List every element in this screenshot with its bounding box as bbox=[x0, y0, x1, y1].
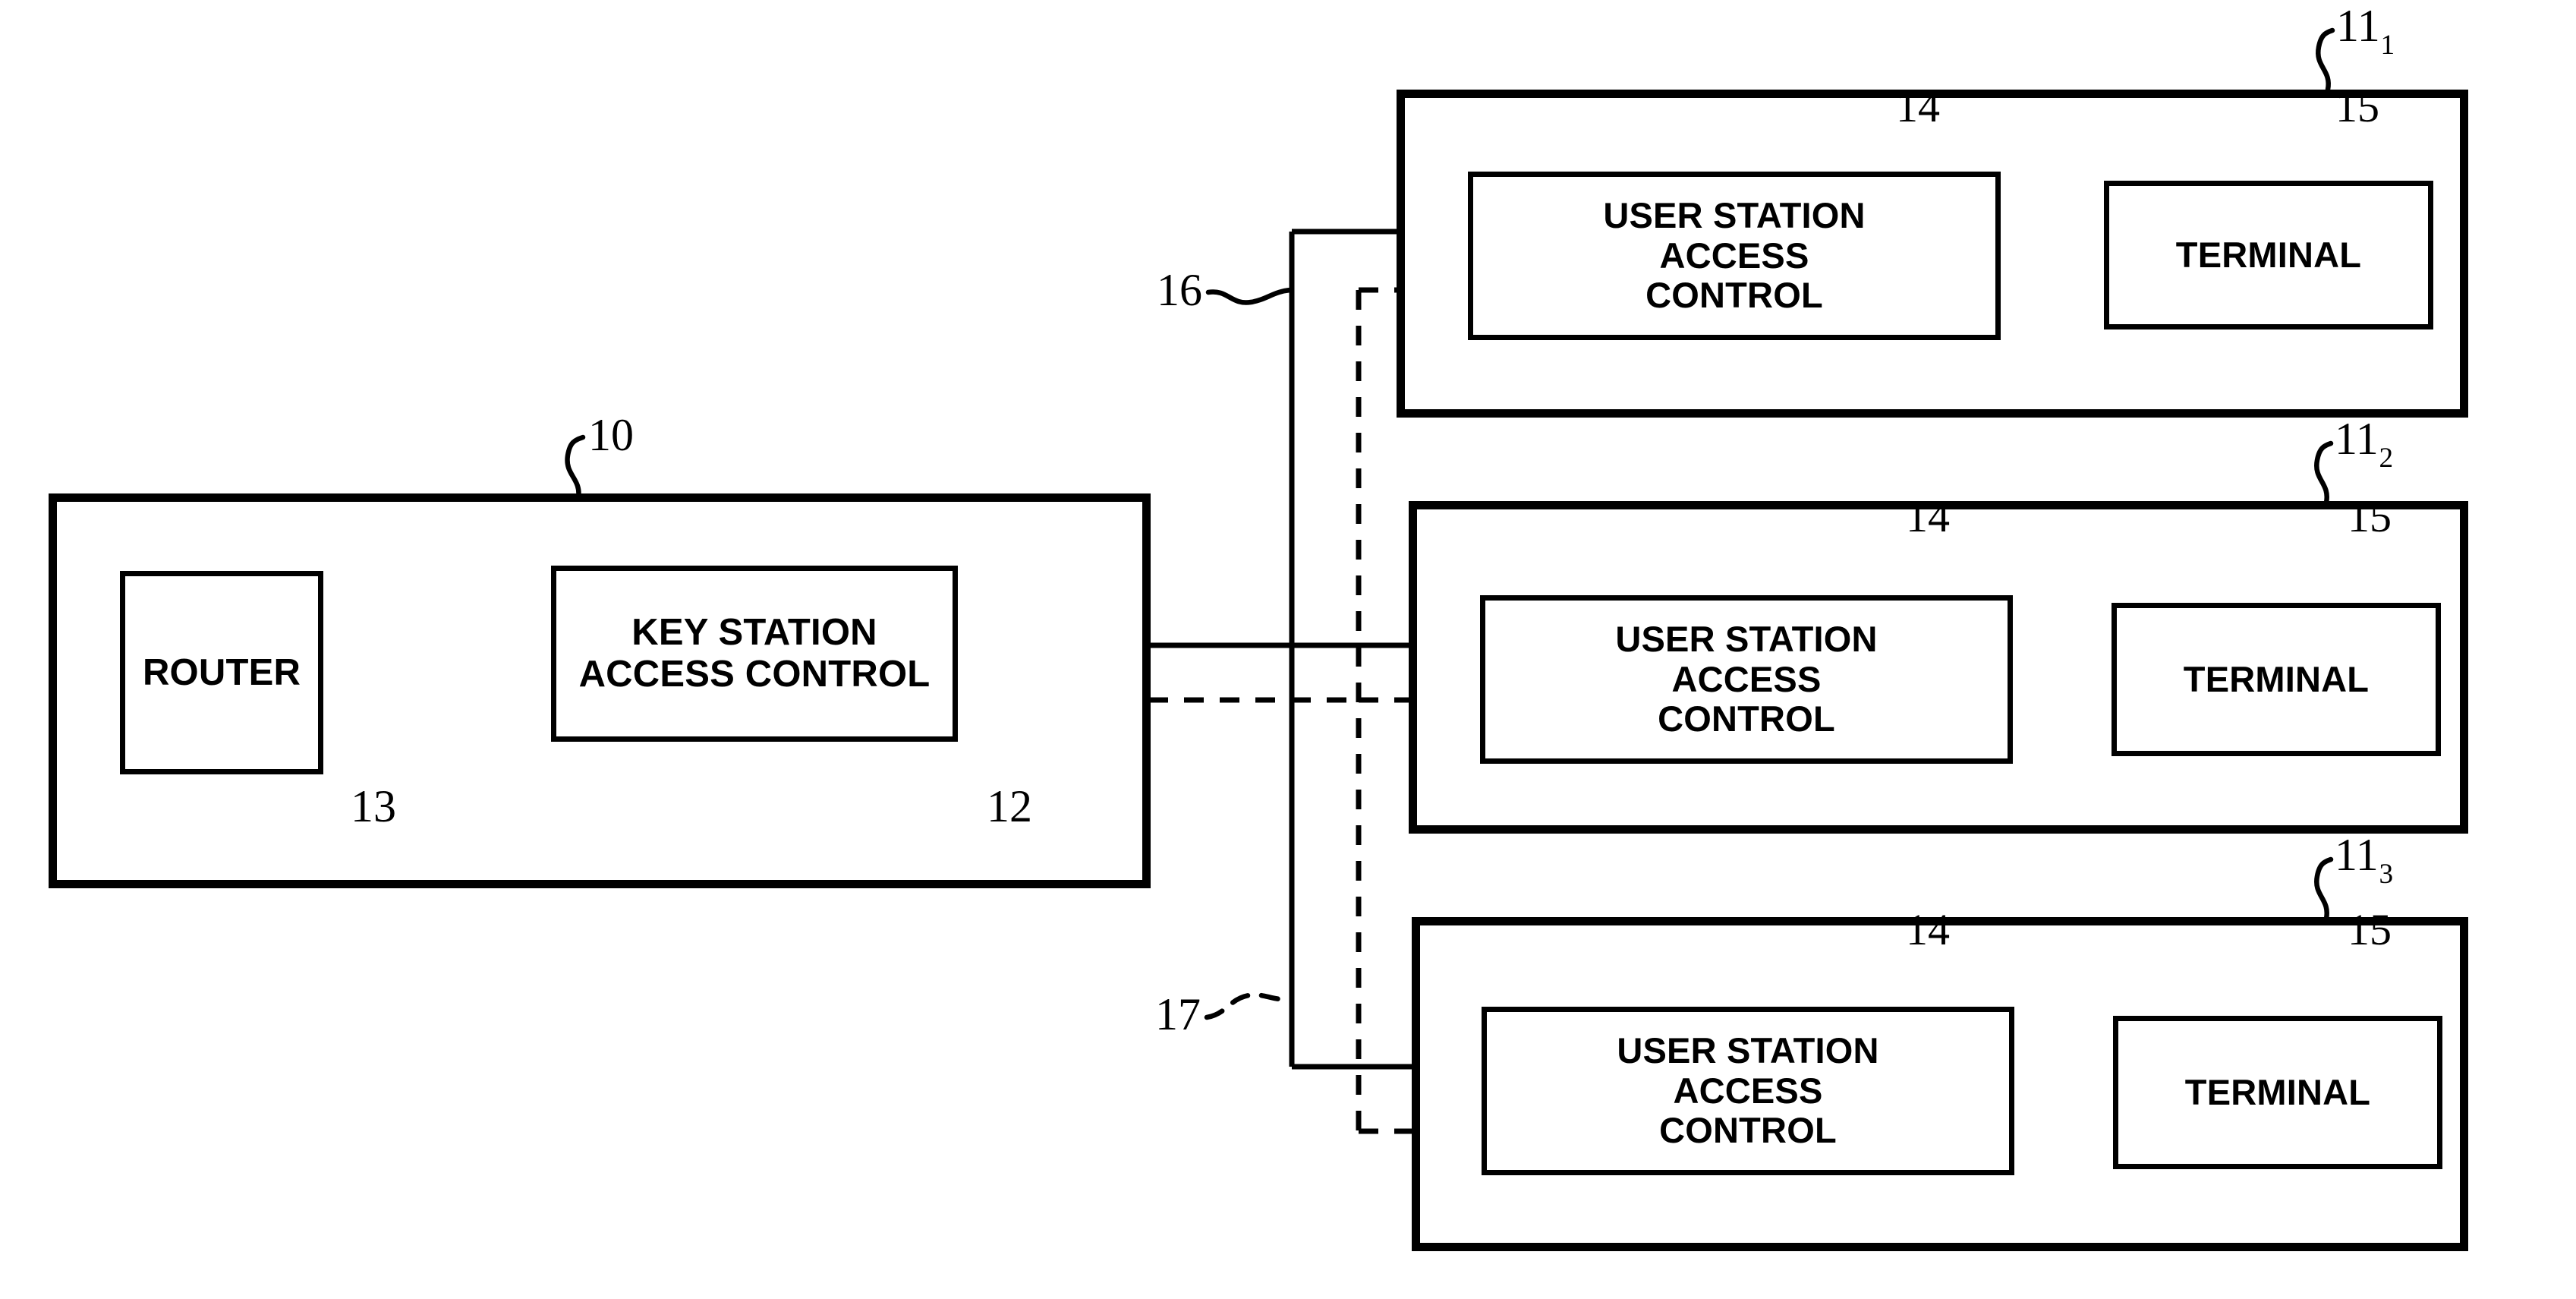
router-label: ROUTER bbox=[142, 651, 301, 693]
user-station-3-access-control-block[interactable]: USER STATION ACCESS CONTROL bbox=[1482, 1007, 2014, 1175]
patent-figure: ROUTER KEY STATION ACCESS CONTROL USER S… bbox=[0, 0, 2576, 1299]
ref-numeral-14-station-3: 14 bbox=[1906, 905, 1950, 954]
ref-numeral-15-station-2: 15 bbox=[2348, 492, 2392, 541]
key-station-access-control-label: KEY STATION ACCESS CONTROL bbox=[578, 612, 931, 695]
ref-numeral-11-3-subscript: 3 bbox=[2379, 859, 2394, 891]
user-station-2-access-control-label: USER STATION ACCESS CONTROL bbox=[1615, 619, 1878, 739]
user-station-1-access-control-block[interactable]: USER STATION ACCESS CONTROL bbox=[1468, 172, 2001, 340]
ref-numeral-11-2-base: 11 bbox=[2335, 414, 2379, 464]
ref-numeral-11-1-base: 11 bbox=[2336, 1, 2380, 51]
ref-numeral-12: 12 bbox=[987, 781, 1032, 831]
user-station-2-terminal-block[interactable]: TERMINAL bbox=[2112, 603, 2441, 756]
user-station-3-access-control-label: USER STATION ACCESS CONTROL bbox=[1617, 1030, 1879, 1151]
ref-numeral-10: 10 bbox=[588, 410, 634, 460]
user-station-2-terminal-label: TERMINAL bbox=[2183, 658, 2370, 699]
ref-numeral-11-3: 113 bbox=[2335, 830, 2393, 889]
ref-numeral-11-2: 112 bbox=[2335, 414, 2393, 473]
ref-numeral-11-1: 111 bbox=[2336, 1, 2395, 60]
ref-numeral-13: 13 bbox=[351, 781, 396, 831]
router-block[interactable]: ROUTER bbox=[120, 571, 323, 774]
ref-numeral-16: 16 bbox=[1157, 265, 1202, 315]
ref-numeral-11-1-subscript: 1 bbox=[2380, 30, 2395, 61]
ref-numeral-11-3-base: 11 bbox=[2335, 830, 2379, 880]
solid-bus-16 bbox=[1148, 229, 1421, 1070]
user-station-1-access-control-label: USER STATION ACCESS CONTROL bbox=[1603, 195, 1866, 316]
ref-numeral-15-station-1: 15 bbox=[2335, 82, 2379, 131]
user-station-1-terminal-block[interactable]: TERMINAL bbox=[2104, 181, 2433, 329]
user-station-1-terminal-label: TERMINAL bbox=[2175, 234, 2362, 275]
user-station-3-terminal-label: TERMINAL bbox=[2184, 1071, 2371, 1112]
ref-numeral-15-station-3: 15 bbox=[2348, 905, 2392, 954]
ref-numeral-17: 17 bbox=[1155, 989, 1201, 1039]
ref-numeral-11-2-subscript: 2 bbox=[2379, 443, 2394, 475]
user-station-2-access-control-block[interactable]: USER STATION ACCESS CONTROL bbox=[1480, 595, 2013, 764]
user-station-3-terminal-block[interactable]: TERMINAL bbox=[2113, 1016, 2442, 1169]
ref-numeral-14-station-1: 14 bbox=[1896, 82, 1940, 131]
ref-numeral-14-station-2: 14 bbox=[1906, 492, 1950, 541]
key-station-access-control-block[interactable]: KEY STATION ACCESS CONTROL bbox=[551, 566, 958, 742]
